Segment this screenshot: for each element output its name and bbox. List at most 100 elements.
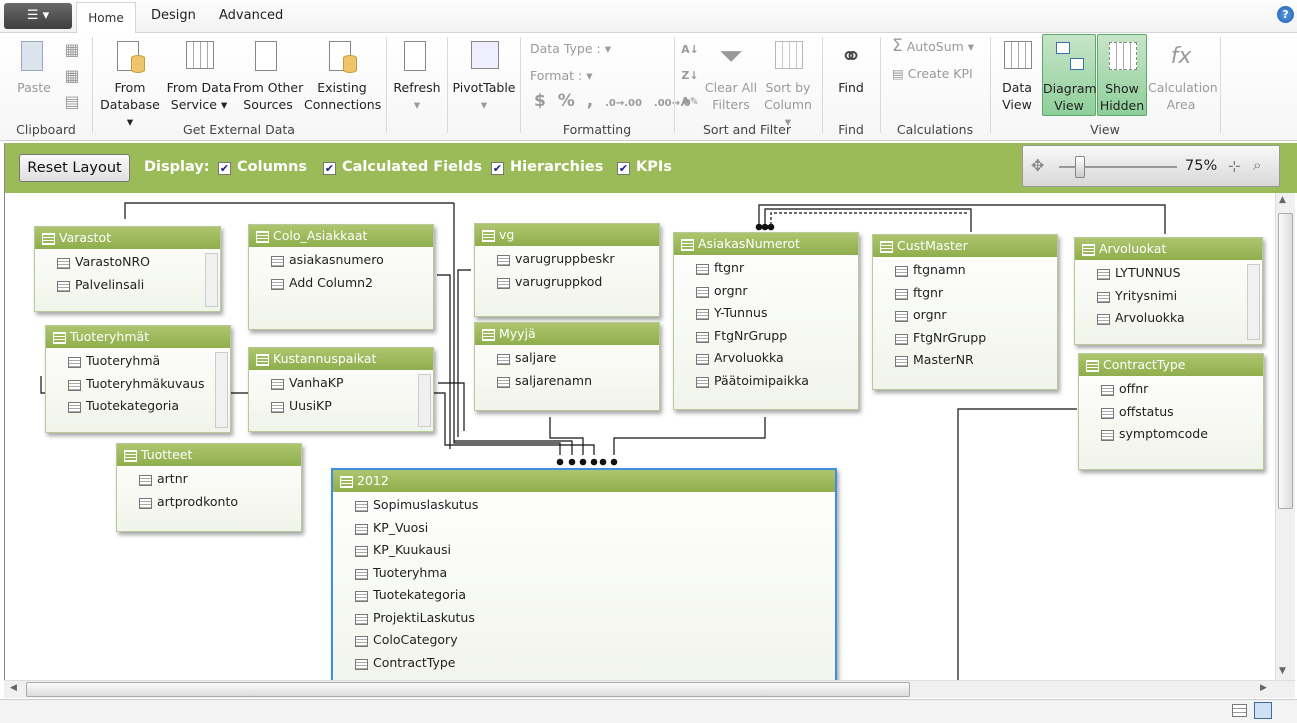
- help-icon[interactable]: ?: [1277, 6, 1294, 23]
- table-column[interactable]: ftgnr: [674, 257, 858, 280]
- relationship-endpoint[interactable]: [556, 458, 564, 466]
- table-column[interactable]: Arvoluokka: [1075, 307, 1262, 330]
- table-header[interactable]: Varastot: [35, 227, 220, 249]
- table-column[interactable]: orgnr: [674, 280, 858, 303]
- tab-home[interactable]: Home: [76, 2, 136, 34]
- table-header[interactable]: ContractType: [1079, 354, 1263, 376]
- table-column[interactable]: Tuoteryhmäkuvaus: [46, 373, 230, 396]
- table-myyj-[interactable]: Myyjä saljare saljarenamn: [474, 322, 660, 411]
- table-header[interactable]: Arvoluokat: [1075, 238, 1262, 260]
- relationship-endpoint[interactable]: [599, 458, 607, 466]
- table-column[interactable]: LYTUNNUS: [1075, 262, 1262, 285]
- table-asiakasnumerot[interactable]: AsiakasNumerot ftgnr orgnr Y-Tunnus FtgNrGru…: [673, 232, 859, 410]
- table-column[interactable]: artnr: [117, 468, 301, 491]
- file-menu-button[interactable]: ☰ ▾: [4, 3, 72, 29]
- relationship-endpoint[interactable]: [755, 223, 763, 231]
- from-other-sources-button[interactable]: From Other Sources: [232, 39, 304, 113]
- diagram-canvas[interactable]: Varastot VarastoNRO Palvelinsali Colo_Asiak…: [4, 193, 1275, 680]
- from-data-service-button[interactable]: From Data Service ▾: [166, 39, 232, 113]
- table-header[interactable]: 2012: [333, 470, 835, 492]
- relationship-endpoint[interactable]: [761, 223, 769, 231]
- table-tuoteryhm-t[interactable]: Tuoteryhmät Tuoteryhmä Tuoteryhmäkuvaus Tuo…: [45, 325, 231, 433]
- clear-all-filters-button[interactable]: ⏷ Clear All Filters: [702, 39, 760, 113]
- tab-advanced[interactable]: Advanced: [219, 8, 283, 23]
- table-column[interactable]: VarastoNRO: [35, 251, 220, 274]
- table-column[interactable]: artprodkonto: [117, 491, 301, 514]
- vertical-scroll-thumb[interactable]: [1278, 213, 1293, 509]
- find-button[interactable]: ⚭ Find: [830, 39, 872, 96]
- table-column[interactable]: KP_Vuosi: [333, 517, 835, 540]
- table-column[interactable]: KP_Kuukausi: [333, 539, 835, 562]
- horizontal-scrollbar[interactable]: ◀ ▶: [4, 680, 1295, 698]
- table-scrollbar[interactable]: [205, 253, 218, 307]
- table-column[interactable]: saljare: [475, 347, 659, 370]
- show-hidden-button[interactable]: Show Hidden: [1097, 34, 1147, 116]
- table-column[interactable]: ftgnamn: [873, 259, 1057, 282]
- checkbox-columns[interactable]: ✔ Columns: [218, 159, 307, 175]
- checkbox-icon[interactable]: ✔: [617, 162, 630, 175]
- relationship-endpoint[interactable]: [767, 223, 775, 231]
- number-format-buttons[interactable]: $ % , .0→.00 .00→.0: [534, 93, 691, 112]
- checkbox-calculated-fields[interactable]: ✔ Calculated Fields: [323, 159, 482, 175]
- data-view-button[interactable]: Data View: [996, 39, 1038, 113]
- checkbox-icon[interactable]: ✔: [218, 162, 231, 175]
- table-header[interactable]: AsiakasNumerot: [674, 233, 858, 255]
- table-header[interactable]: CustMaster: [873, 235, 1057, 257]
- table-column[interactable]: offstatus: [1079, 401, 1263, 424]
- checkbox-icon[interactable]: ✔: [323, 162, 336, 175]
- table-header[interactable]: vg: [475, 224, 659, 246]
- table-column[interactable]: Tuotekategoria: [333, 584, 835, 607]
- table-contracttype[interactable]: ContractType offnr offstatus symptomcode: [1078, 353, 1264, 470]
- table-column[interactable]: Yritysnimi: [1075, 285, 1262, 308]
- vertical-scrollbar[interactable]: ▲ ▼: [1275, 193, 1295, 680]
- table-custmaster[interactable]: CustMaster ftgnamn ftgnr orgnr FtgNrGrupp Mas…: [872, 234, 1058, 390]
- table-column[interactable]: ftgnr: [873, 282, 1057, 305]
- relationship-line[interactable]: [124, 202, 454, 219]
- sort-az-icons[interactable]: A↓ Z↓ A✎: [680, 37, 700, 115]
- create-kpi-button[interactable]: ▤ Create KPI: [892, 65, 973, 82]
- existing-connections-button[interactable]: Existing Connections: [304, 39, 381, 113]
- table-column[interactable]: Y-Tunnus: [674, 302, 858, 325]
- relationship-endpoint[interactable]: [568, 458, 576, 466]
- relationship-line[interactable]: [957, 408, 1077, 680]
- relationship-line[interactable]: [770, 212, 967, 230]
- table-column[interactable]: symptomcode: [1079, 423, 1263, 446]
- reset-layout-button[interactable]: Reset Layout: [19, 154, 130, 182]
- relationship-line[interactable]: [438, 382, 465, 431]
- checkbox-kpis[interactable]: ✔ KPIs: [617, 159, 672, 175]
- cut-copy-icons[interactable]: ▦ ▦ ▤: [60, 37, 84, 115]
- relationship-endpoint[interactable]: [610, 458, 618, 466]
- table-vg[interactable]: vg varugruppbeskr varugruppkod: [474, 223, 660, 317]
- table-column[interactable]: varugruppbeskr: [475, 248, 659, 271]
- table-header[interactable]: Tuotteet: [117, 444, 301, 466]
- relationship-endpoint[interactable]: [579, 458, 587, 466]
- table-column[interactable]: ColoCategory: [333, 629, 835, 652]
- table-column[interactable]: Arvoluokka: [674, 347, 858, 370]
- table-header[interactable]: Colo_Asiakkaat: [249, 225, 433, 247]
- table-header[interactable]: Myyjä: [475, 323, 659, 345]
- fit-to-screen-icon[interactable]: ⊹: [1228, 157, 1241, 175]
- table-column[interactable]: VanhaKP: [249, 372, 433, 395]
- table-column[interactable]: varugruppkod: [475, 271, 659, 294]
- tab-design[interactable]: Design: [151, 8, 196, 23]
- table-column[interactable]: Tuotekategoria: [46, 395, 230, 418]
- table-column[interactable]: ProjektiLaskutus: [333, 607, 835, 630]
- autosum-button[interactable]: Σ AutoSum ▾: [892, 38, 974, 55]
- table-column[interactable]: FtgNrGrupp: [674, 325, 858, 348]
- table-varastot[interactable]: Varastot VarastoNRO Palvelinsali: [34, 226, 221, 312]
- horizontal-scroll-thumb[interactable]: [26, 682, 910, 697]
- relationship-endpoint[interactable]: [590, 458, 598, 466]
- relationship-line[interactable]: [613, 417, 766, 455]
- diagram-view-button[interactable]: Diagram View: [1042, 34, 1097, 116]
- table-column[interactable]: MasterNR: [873, 349, 1057, 372]
- table-column[interactable]: Päätoimipaikka: [674, 370, 858, 393]
- table-column[interactable]: saljarenamn: [475, 370, 659, 393]
- table-column[interactable]: offnr: [1079, 378, 1263, 401]
- format-dropdown[interactable]: Format : ▾: [530, 67, 592, 84]
- diagram-view-status-icon[interactable]: [1254, 702, 1272, 719]
- table-kustannuspaikat[interactable]: Kustannuspaikat VanhaKP UusiKP: [248, 347, 434, 432]
- table-colo-asiakkaat[interactable]: Colo_Asiakkaat asiakasnumero Add Column2: [248, 224, 434, 330]
- checkbox-icon[interactable]: ✔: [491, 162, 504, 175]
- refresh-button[interactable]: Refresh ▾: [390, 39, 444, 113]
- pan-icon[interactable]: ✥: [1031, 156, 1044, 175]
